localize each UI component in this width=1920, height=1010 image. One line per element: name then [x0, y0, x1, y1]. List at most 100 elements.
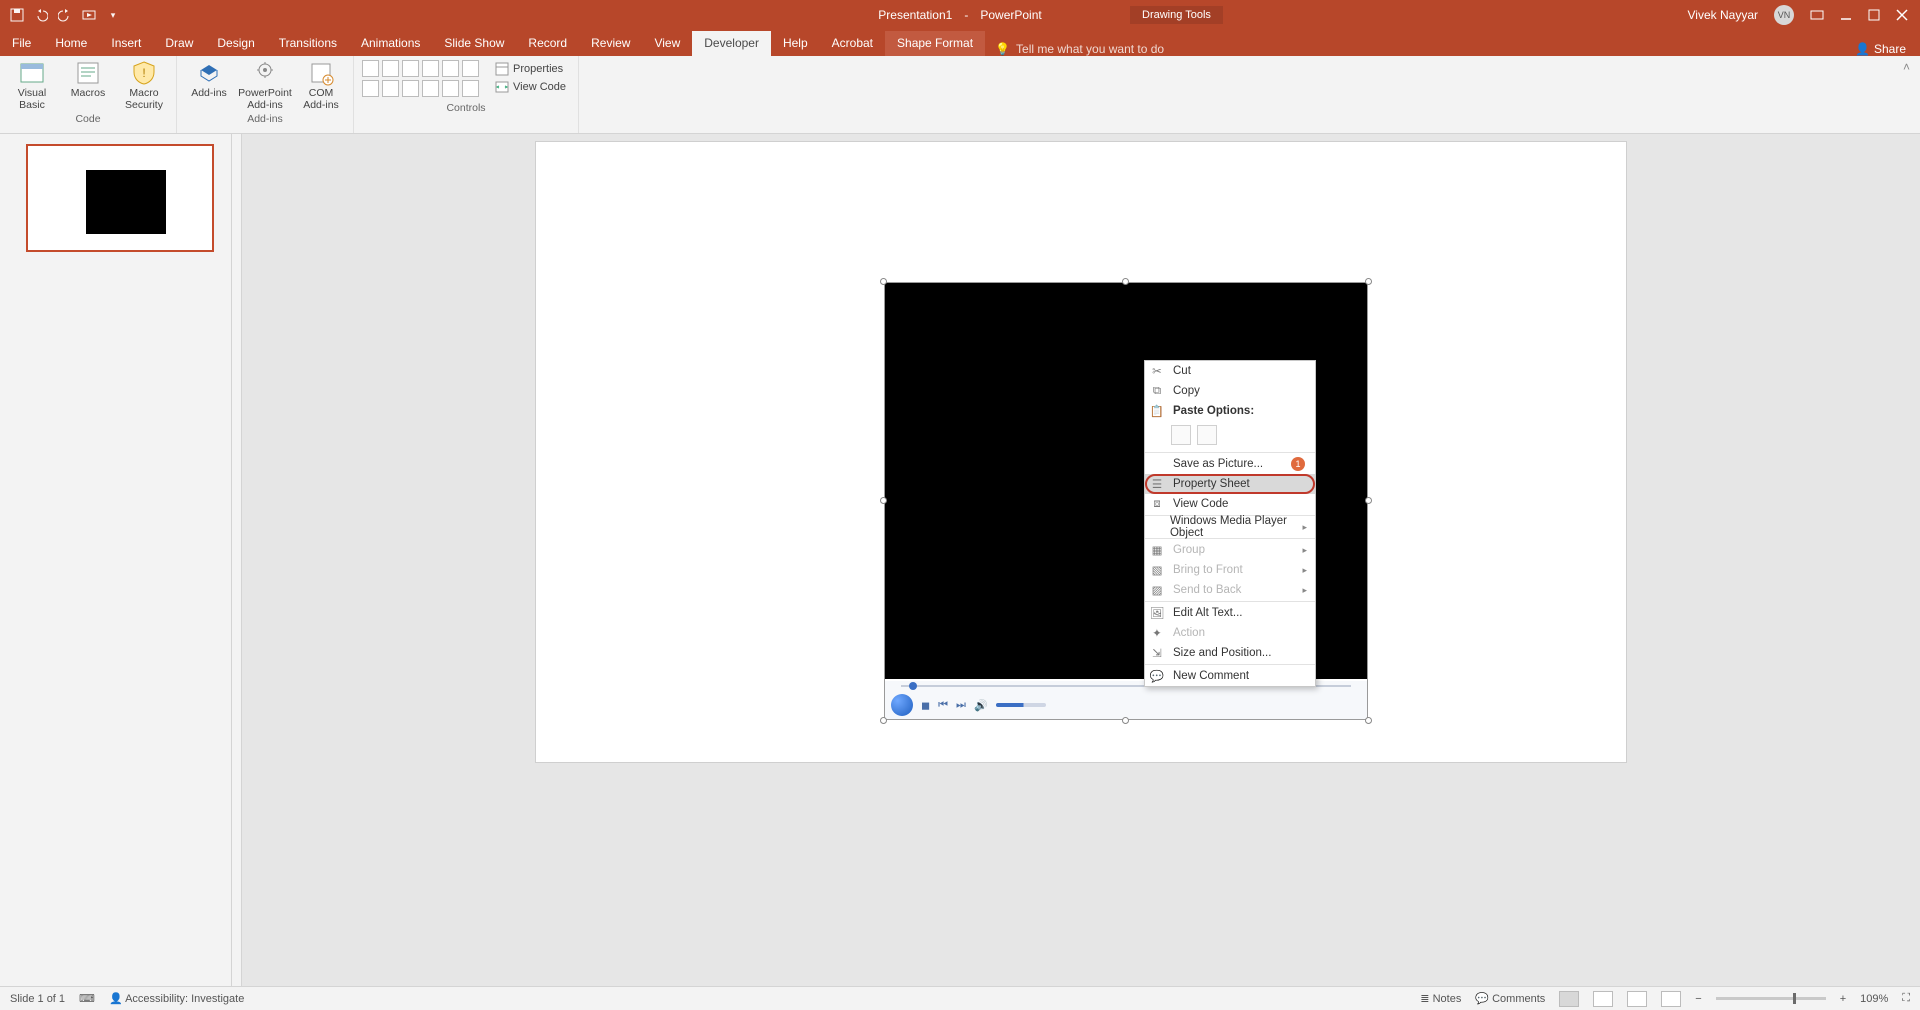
reading-view-icon[interactable] [1627, 991, 1647, 1007]
fit-to-window-icon[interactable]: ⛶ [1902, 992, 1910, 1005]
ribbon-options-icon[interactable] [1810, 8, 1824, 22]
language-icon[interactable]: ⌨ [79, 992, 95, 1005]
scissors-icon: ✂ [1149, 364, 1165, 378]
collapse-ribbon-icon[interactable]: ˄ [1893, 56, 1920, 133]
maximize-icon[interactable] [1868, 9, 1880, 21]
slide-canvas-area[interactable]: ◼ ⏮ ⏭ 🔊 ✂Cut ⧉Copy [242, 134, 1920, 986]
mute-icon[interactable]: 🔊 [974, 699, 988, 712]
volume-slider[interactable] [996, 703, 1046, 707]
ctx-save-as-picture[interactable]: Save as Picture...1 [1145, 454, 1315, 474]
ctrl-option-icon[interactable] [362, 80, 379, 97]
normal-view-icon[interactable] [1559, 991, 1579, 1007]
resize-handle[interactable] [1365, 717, 1372, 724]
share-icon: 👤 [1855, 42, 1870, 56]
comment-icon: 💬 [1149, 669, 1165, 683]
chevron-right-icon: ▸ [1302, 522, 1307, 533]
notes-button[interactable]: ≣ Notes [1420, 992, 1461, 1005]
tab-help[interactable]: Help [771, 31, 820, 56]
tab-review[interactable]: Review [579, 31, 642, 56]
ctrl-more-icon[interactable] [462, 80, 479, 97]
zoom-value[interactable]: 109% [1860, 993, 1888, 1005]
resize-handle[interactable] [1365, 497, 1372, 504]
accessibility-status[interactable]: 👤 Accessibility: Investigate [109, 992, 244, 1005]
group-controls: Properties View Code Controls [354, 56, 579, 133]
resize-handle[interactable] [1365, 278, 1372, 285]
ctrl-checkbox-icon[interactable] [462, 60, 479, 77]
start-icon[interactable] [82, 8, 96, 22]
paste-picture-icon[interactable] [1197, 425, 1217, 445]
ctx-edit-alt-text[interactable]: 🖼Edit Alt Text... [1145, 603, 1315, 623]
resize-handle[interactable] [880, 717, 887, 724]
ctx-copy[interactable]: ⧉Copy [1145, 381, 1315, 401]
next-icon[interactable]: ⏭ [956, 699, 966, 712]
resize-handle[interactable] [880, 278, 887, 285]
view-code-button[interactable]: View Code [491, 78, 570, 96]
tab-insert[interactable]: Insert [99, 31, 153, 56]
save-icon[interactable] [10, 8, 24, 22]
slide[interactable]: ◼ ⏮ ⏭ 🔊 ✂Cut ⧉Copy [536, 142, 1626, 762]
resize-handle[interactable] [1122, 717, 1129, 724]
ctrl-image-icon[interactable] [422, 60, 439, 77]
slideshow-view-icon[interactable] [1661, 991, 1681, 1007]
avatar[interactable]: VN [1774, 5, 1794, 25]
ctrl-scrollbar-icon[interactable] [442, 60, 459, 77]
qat-dropdown-icon[interactable]: ▾ [106, 8, 120, 22]
ctx-new-comment[interactable]: 💬New Comment [1145, 666, 1315, 686]
zoom-in-icon[interactable]: + [1840, 993, 1846, 1005]
ctrl-list-icon[interactable] [402, 80, 419, 97]
minimize-icon[interactable] [1840, 9, 1852, 21]
slide-thumbnail-pane[interactable]: 1 [0, 134, 232, 986]
visual-basic-button[interactable]: Visual Basic [8, 60, 56, 111]
properties-button[interactable]: Properties [491, 60, 570, 78]
group-code-label: Code [8, 111, 168, 128]
tab-draw[interactable]: Draw [153, 31, 205, 56]
ctrl-label-icon[interactable] [362, 60, 379, 77]
com-addins-button[interactable]: COM Add-ins [297, 60, 345, 111]
share-button[interactable]: 👤 Share [1841, 42, 1920, 56]
macro-security-button[interactable]: ! Macro Security [120, 60, 168, 111]
redo-icon[interactable] [58, 8, 72, 22]
undo-icon[interactable] [34, 8, 48, 22]
addins-button[interactable]: Add-ins [185, 60, 233, 100]
tab-home[interactable]: Home [43, 31, 99, 56]
ctx-property-sheet[interactable]: ☰Property Sheet [1145, 474, 1315, 494]
window-title: Presentation1 - PowerPoint [878, 8, 1041, 22]
tell-me-search[interactable]: 💡 Tell me what you want to do [985, 42, 1174, 56]
resize-handle[interactable] [880, 497, 887, 504]
resize-handle[interactable] [1122, 278, 1129, 285]
tab-acrobat[interactable]: Acrobat [820, 31, 885, 56]
tab-file[interactable]: File [0, 31, 43, 56]
powerpoint-addins-button[interactable]: PowerPoint Add-ins [241, 60, 289, 111]
ctx-wmp-object[interactable]: Windows Media Player Object▸ [1145, 517, 1315, 537]
prev-icon[interactable]: ⏮ [938, 699, 948, 712]
view-code-label: View Code [513, 81, 566, 93]
ctrl-textbox-icon[interactable] [382, 60, 399, 77]
tab-transitions[interactable]: Transitions [267, 31, 349, 56]
slide-thumbnail-1[interactable] [26, 144, 214, 252]
ctx-view-code[interactable]: ⧈View Code [1145, 494, 1315, 514]
slide-counter[interactable]: Slide 1 of 1 [10, 993, 65, 1005]
tab-record[interactable]: Record [516, 31, 579, 56]
paste-keep-source-icon[interactable] [1171, 425, 1191, 445]
comments-button[interactable]: 💬 Comments [1475, 992, 1545, 1005]
tab-design[interactable]: Design [205, 31, 266, 56]
ctx-cut[interactable]: ✂Cut [1145, 361, 1315, 381]
contextual-tool-label: Drawing Tools [1130, 6, 1223, 24]
sorter-view-icon[interactable] [1593, 991, 1613, 1007]
ctx-size-position[interactable]: ⇲Size and Position... [1145, 643, 1315, 663]
zoom-slider[interactable] [1716, 997, 1826, 1000]
close-icon[interactable] [1896, 9, 1908, 21]
ctrl-combo-icon[interactable] [382, 80, 399, 97]
stop-icon[interactable]: ◼ [921, 699, 930, 712]
ctrl-commandbutton-icon[interactable] [402, 60, 419, 77]
tab-animations[interactable]: Animations [349, 31, 432, 56]
ctrl-toggle-icon[interactable] [422, 80, 439, 97]
tab-developer[interactable]: Developer [692, 31, 771, 56]
tab-shape-format[interactable]: Shape Format [885, 31, 985, 56]
macros-button[interactable]: Macros [64, 60, 112, 100]
play-icon[interactable] [891, 694, 913, 716]
ctrl-spin-icon[interactable] [442, 80, 459, 97]
tab-view[interactable]: View [642, 31, 692, 56]
zoom-out-icon[interactable]: − [1695, 993, 1701, 1005]
tab-slideshow[interactable]: Slide Show [432, 31, 516, 56]
